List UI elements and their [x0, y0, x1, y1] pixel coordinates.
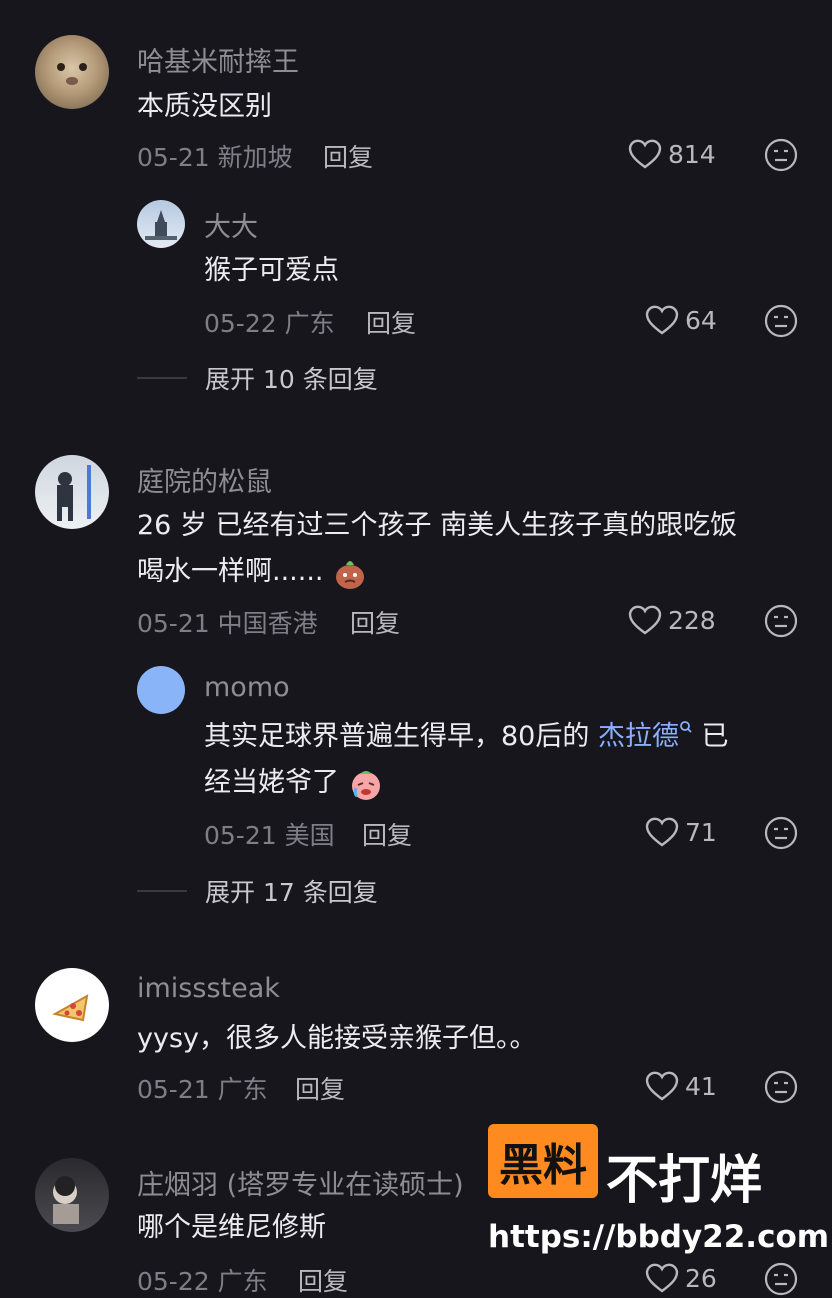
watermark-url: https://bbdy22.com	[488, 1219, 830, 1255]
heart-icon	[628, 139, 662, 169]
reply-button[interactable]: 回复	[362, 816, 412, 852]
username[interactable]: 大大	[204, 205, 258, 244]
dislike-face-icon[interactable]	[764, 1070, 798, 1104]
like-count: 26	[685, 1263, 717, 1293]
heart-icon	[645, 305, 679, 335]
like-button[interactable]: 71	[645, 816, 717, 848]
avatar[interactable]	[35, 968, 109, 1042]
heart-icon	[628, 605, 662, 635]
like-button[interactable]: 814	[628, 138, 716, 170]
comment-meta: 05-21 新加坡	[137, 138, 293, 174]
comment-location: 新加坡	[217, 143, 293, 172]
comment-date: 05-21	[137, 609, 210, 638]
comment-location: 广东	[284, 309, 335, 338]
comment-location: 中国香港	[217, 609, 318, 638]
comment-location: 广东	[217, 1075, 268, 1104]
reply-button[interactable]: 回复	[366, 304, 416, 340]
dislike-face-icon[interactable]	[764, 604, 798, 638]
comment-location: 广东	[217, 1267, 268, 1296]
comment-date: 05-21	[137, 1075, 210, 1104]
reply-button[interactable]: 回复	[323, 138, 373, 174]
comment-date: 05-22	[204, 309, 277, 338]
search-link-label: 杰拉德	[597, 721, 679, 752]
like-button[interactable]: 64	[645, 304, 717, 336]
comment-date: 05-21	[137, 143, 210, 172]
reply-button[interactable]: 回复	[298, 1262, 348, 1298]
person-photo-icon	[53, 1176, 79, 1224]
reply-button[interactable]: 回复	[350, 604, 400, 640]
comment-meta: 05-22 广东	[204, 304, 335, 340]
comment-text: 猴子可爱点	[204, 255, 339, 286]
comment-text-line-2: 喝水一样啊......	[137, 549, 368, 594]
comment-text: yysy，很多人能接受亲猴子但。。	[137, 1023, 537, 1054]
avatar[interactable]	[137, 200, 185, 248]
like-button[interactable]: 41	[645, 1070, 717, 1102]
username[interactable]: 庄烟羽 (塔罗专业在读硕士)	[137, 1163, 464, 1202]
search-link[interactable]: 杰拉德	[598, 721, 693, 752]
heart-icon	[645, 1071, 679, 1101]
comment-text: 已	[692, 721, 729, 752]
username[interactable]: 哈基米耐摔王	[137, 40, 299, 79]
comment-text-line-1: 其实足球界普遍生得早，80后的 杰拉德 已	[204, 714, 729, 759]
watermark: 黑料 不打烊 https://bbdy22.com	[488, 1124, 829, 1255]
expand-replies-button[interactable]: 展开 17 条回复	[137, 873, 378, 909]
comment-text: 其实足球界普遍生得早，80后的	[204, 721, 598, 752]
like-count: 64	[685, 305, 717, 335]
watermark-box-text: 黑料	[488, 1124, 598, 1198]
comment-meta: 05-22 广东	[137, 1262, 268, 1298]
comment-location: 美国	[284, 821, 335, 850]
search-icon	[680, 721, 692, 733]
watermark-text: 不打烊	[606, 1151, 763, 1211]
username[interactable]: imisssteak	[137, 973, 280, 1004]
expand-replies-label: 展开 10 条回复	[205, 365, 378, 394]
avatar[interactable]	[35, 1158, 109, 1232]
person-icon	[57, 465, 91, 521]
dislike-face-icon[interactable]	[764, 304, 798, 338]
divider-line	[137, 377, 187, 379]
comment-date: 05-22	[137, 1267, 210, 1296]
comment-meta: 05-21 广东	[137, 1070, 268, 1106]
username[interactable]: 庭院的松鼠	[137, 460, 272, 499]
divider-line	[137, 890, 187, 892]
heart-icon	[645, 1263, 679, 1293]
confused-emoji-icon	[336, 560, 365, 589]
comment-text-line-2: 经当姥爷了	[204, 760, 384, 805]
like-count: 41	[685, 1071, 717, 1101]
like-count: 71	[685, 817, 717, 847]
pizza-icon	[52, 994, 89, 1022]
avatar[interactable]	[35, 35, 109, 109]
dislike-face-icon[interactable]	[764, 138, 798, 172]
dislike-face-icon[interactable]	[764, 816, 798, 850]
avatar[interactable]	[137, 666, 185, 714]
watermark-logo: 黑料 不打烊	[488, 1124, 829, 1213]
avatar[interactable]	[35, 455, 109, 529]
comment-meta: 05-21 中国香港	[137, 604, 318, 640]
expand-replies-label: 展开 17 条回复	[205, 878, 378, 907]
comment-text: 本质没区别	[137, 91, 272, 122]
comment-date: 05-21	[204, 821, 277, 850]
like-button[interactable]: 228	[628, 604, 716, 636]
comment-text: 哪个是维尼修斯	[137, 1212, 326, 1243]
expand-replies-button[interactable]: 展开 10 条回复	[137, 360, 378, 396]
like-count: 814	[668, 139, 716, 169]
like-button[interactable]: 26	[645, 1262, 717, 1294]
username[interactable]: momo	[204, 672, 290, 703]
crying-emoji-icon	[351, 770, 380, 800]
like-count: 228	[668, 605, 716, 635]
cat-face-icon	[57, 63, 87, 85]
dislike-face-icon[interactable]	[764, 1262, 798, 1296]
comment-meta: 05-21 美国	[204, 816, 335, 852]
comment-text: 喝水一样啊......	[137, 556, 324, 587]
heart-icon	[645, 817, 679, 847]
comment-text-line-1: 26 岁 已经有过三个孩子 南美人生孩子真的跟吃饭	[137, 510, 738, 541]
comment-text: 经当姥爷了	[204, 767, 339, 798]
building-icon	[145, 210, 177, 240]
reply-button[interactable]: 回复	[295, 1070, 345, 1106]
